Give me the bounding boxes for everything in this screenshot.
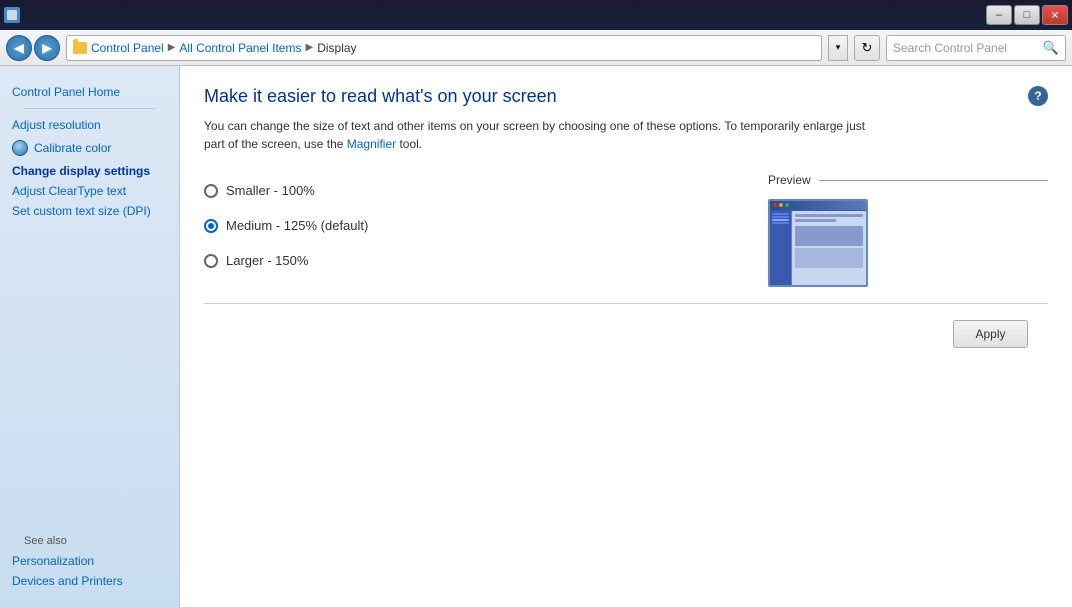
title-bar-left (4, 7, 20, 23)
sidebar-change-display[interactable]: Change display settings (12, 161, 167, 181)
main-area: Control Panel Home Adjust resolution Cal… (0, 66, 1072, 607)
option-medium-label: Medium - 125% (default) (226, 218, 368, 233)
breadcrumb-bar: Control Panel ▶ All Control Panel Items … (66, 35, 822, 61)
page-description: You can change the size of text and othe… (204, 117, 884, 153)
calibrate-globe-icon (12, 140, 28, 156)
preview-label: Preview (768, 173, 811, 187)
sidebar-see-also: See also Personalization Devices and Pri… (0, 527, 179, 595)
maximize-button[interactable]: □ (1014, 5, 1040, 25)
forward-button[interactable]: ▶ (34, 35, 60, 61)
back-button[interactable]: ◀ (6, 35, 32, 61)
preview-line-1 (795, 214, 863, 217)
title-bar: – □ ✕ (0, 0, 1072, 30)
breadcrumb-sep-2: ▶ (305, 42, 313, 53)
preview-inner (770, 201, 866, 285)
help-button[interactable]: ? (1028, 86, 1048, 106)
preview-content-mini (792, 211, 866, 285)
preview-sidebar-mini (770, 211, 792, 285)
option-larger[interactable]: Larger - 150% (204, 243, 728, 278)
sidebar-divider-1 (24, 108, 155, 109)
description-text-2: tool. (396, 137, 422, 151)
breadcrumb-sep-1: ▶ (168, 42, 176, 53)
sidebar-cleartype[interactable]: Adjust ClearType text (12, 181, 167, 201)
sidebar: Control Panel Home Adjust resolution Cal… (0, 66, 180, 607)
preview-header: Preview (768, 173, 1048, 187)
radio-smaller[interactable] (204, 184, 218, 198)
nav-buttons: ◀ ▶ (6, 35, 60, 61)
option-smaller[interactable]: Smaller - 100% (204, 173, 728, 208)
address-bar: ◀ ▶ Control Panel ▶ All Control Panel It… (0, 30, 1072, 66)
preview-titlebar (770, 201, 866, 211)
breadcrumb-control-panel[interactable]: Control Panel (91, 41, 164, 55)
description-text-1: You can change the size of text and othe… (204, 119, 865, 151)
main-window: – □ ✕ ◀ ▶ Control Panel ▶ All Control Pa… (0, 0, 1072, 607)
option-smaller-label: Smaller - 100% (226, 183, 315, 198)
sidebar-calibrate-color-item[interactable]: Calibrate color (12, 135, 167, 161)
window-controls: – □ ✕ (986, 5, 1068, 25)
option-larger-label: Larger - 150% (226, 253, 308, 268)
search-icon: 🔍 (1043, 40, 1059, 56)
minimize-button[interactable]: – (986, 5, 1012, 25)
sidebar-adjust-resolution[interactable]: Adjust resolution (12, 115, 167, 135)
sidebar-personalization[interactable]: Personalization (12, 551, 167, 571)
sidebar-spacer (0, 225, 179, 527)
breadcrumb-all-items[interactable]: All Control Panel Items (179, 41, 301, 55)
radio-larger[interactable] (204, 254, 218, 268)
options-preview-container: Smaller - 100% Medium - 125% (default) L… (204, 173, 1048, 287)
radio-medium[interactable] (204, 219, 218, 233)
sidebar-custom-text-size[interactable]: Set custom text size (DPI) (12, 201, 167, 221)
radio-dot-medium (208, 223, 214, 229)
close-button[interactable]: ✕ (1042, 5, 1068, 25)
options-section: Smaller - 100% Medium - 125% (default) L… (204, 173, 728, 278)
magnifier-link[interactable]: Magnifier (347, 137, 396, 151)
preview-line-2 (795, 219, 836, 222)
breadcrumb-current: Display (317, 41, 356, 55)
preview-mini-lines (792, 211, 866, 271)
preview-header-line (819, 180, 1048, 181)
see-also-label: See also (12, 531, 167, 551)
sidebar-nav: Control Panel Home Adjust resolution Cal… (0, 78, 179, 225)
sidebar-calibrate-color[interactable]: Calibrate color (34, 138, 111, 158)
apply-button[interactable]: Apply (953, 320, 1028, 348)
content-header-row: Make it easier to read what's on your sc… (204, 86, 1048, 173)
apply-section: Apply (204, 320, 1048, 348)
search-placeholder: Search Control Panel (893, 41, 1007, 55)
sidebar-control-panel-home[interactable]: Control Panel Home (12, 82, 167, 102)
address-dropdown[interactable]: ▾ (828, 35, 848, 61)
content-header-text: Make it easier to read what's on your sc… (204, 86, 1028, 173)
search-box[interactable]: Search Control Panel 🔍 (886, 35, 1066, 61)
sidebar-devices-printers[interactable]: Devices and Printers (12, 571, 167, 591)
preview-section: Preview (768, 173, 1048, 287)
content-divider (204, 303, 1048, 304)
page-title: Make it easier to read what's on your sc… (204, 86, 1028, 107)
refresh-button[interactable]: ↻ (854, 35, 880, 61)
option-medium[interactable]: Medium - 125% (default) (204, 208, 728, 243)
preview-image (768, 199, 868, 287)
content-area: Make it easier to read what's on your sc… (180, 66, 1072, 607)
